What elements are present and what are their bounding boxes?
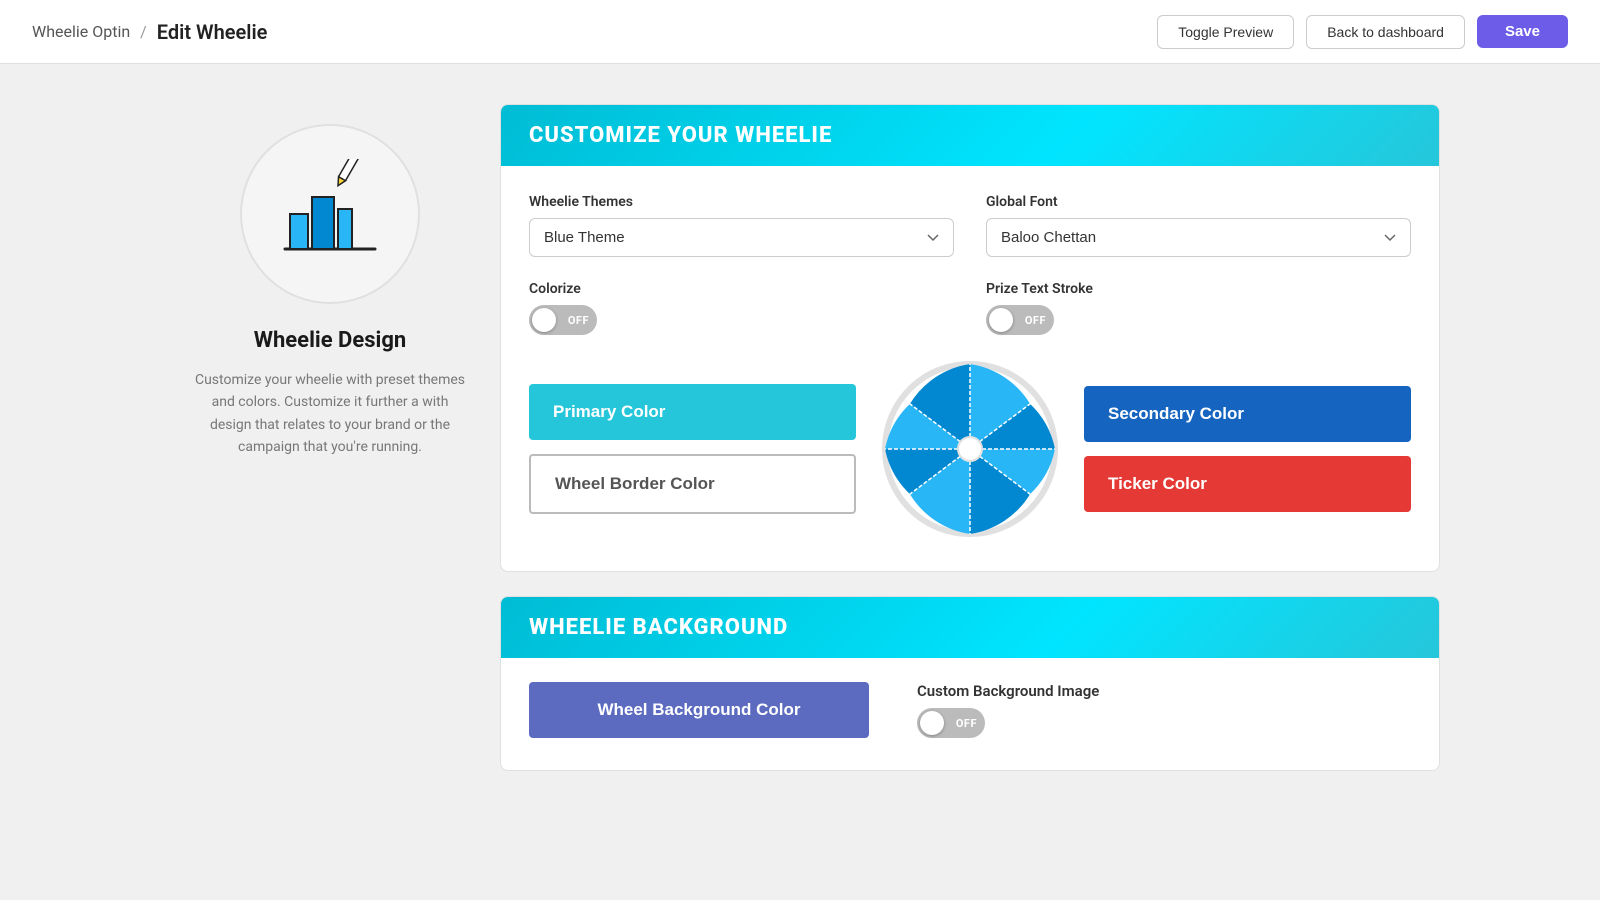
prize-text-stroke-toggle[interactable]: OFF [986,305,1054,335]
customize-section-body: Wheelie Themes Blue Theme Red Theme Gree… [501,166,1439,571]
custom-bg-toggle[interactable]: OFF [917,708,985,738]
app-header: Wheelie Optin / Edit Wheelie Toggle Prev… [0,0,1600,64]
wheel-preview [880,359,1060,539]
toggles-row: Colorize OFF Prize Text Stroke OFF [529,281,1411,335]
wheelie-design-icon [275,159,385,269]
prize-text-stroke-group: Prize Text Stroke OFF [986,281,1411,335]
breadcrumb: Wheelie Optin / Edit Wheelie [32,20,267,44]
wheel-border-color-button[interactable]: Wheel Border Color [529,454,856,514]
themes-group: Wheelie Themes Blue Theme Red Theme Gree… [529,194,954,257]
custom-bg-toggle-knob [920,711,944,735]
custom-background-group: Custom Background Image OFF [917,682,1099,738]
themes-label: Wheelie Themes [529,194,954,210]
font-group: Global Font Baloo Chettan Roboto Open Sa… [986,194,1411,257]
wheel-background-color-button[interactable]: Wheel Background Color [529,682,869,738]
color-buttons-left: Primary Color Wheel Border Color [529,384,856,514]
color-grid: Primary Color Wheel Border Color [529,359,1411,539]
breadcrumb-separator: / [140,22,147,41]
color-buttons-right: Secondary Color Ticker Color [1084,386,1411,512]
font-select[interactable]: Baloo Chettan Roboto Open Sans Lato [986,218,1411,257]
background-section-body: Wheel Background Color Custom Background… [501,658,1439,770]
toggle-preview-button[interactable]: Toggle Preview [1157,15,1294,49]
back-to-dashboard-button[interactable]: Back to dashboard [1306,15,1465,49]
colorize-toggle[interactable]: OFF [529,305,597,335]
custom-bg-label: Custom Background Image [917,682,1099,700]
panel-description: Customize your wheelie with preset theme… [190,369,470,459]
primary-color-button[interactable]: Primary Color [529,384,856,440]
secondary-color-button[interactable]: Secondary Color [1084,386,1411,442]
prize-text-stroke-label: Prize Text Stroke [986,281,1411,297]
wheel-svg [880,359,1060,539]
header-actions: Toggle Preview Back to dashboard Save [1157,15,1568,49]
save-button[interactable]: Save [1477,15,1568,48]
page-title: Edit Wheelie [157,20,268,44]
prize-text-stroke-toggle-label: OFF [1025,314,1046,327]
app-name: Wheelie Optin [32,22,130,41]
left-panel: Wheelie Design Customize your wheelie wi… [160,104,500,771]
colorize-toggle-knob [532,308,556,332]
font-label: Global Font [986,194,1411,210]
background-section-header: WHEELIE BACKGROUND [501,597,1439,658]
wheel-icon-circle [240,124,420,304]
background-section-title: WHEELIE BACKGROUND [529,615,788,640]
themes-select[interactable]: Blue Theme Red Theme Green Theme Purple … [529,218,954,257]
customize-section-header: CUSTOMIZE YOUR WHEELIE [501,105,1439,166]
right-panel: CUSTOMIZE YOUR WHEELIE Wheelie Themes Bl… [500,104,1440,771]
custom-bg-toggle-label: OFF [956,717,977,730]
page-content: Wheelie Design Customize your wheelie wi… [100,64,1500,811]
background-section-card: WHEELIE BACKGROUND Wheel Background Colo… [500,596,1440,771]
customize-section-title: CUSTOMIZE YOUR WHEELIE [529,123,832,148]
ticker-color-button[interactable]: Ticker Color [1084,456,1411,512]
customize-section-card: CUSTOMIZE YOUR WHEELIE Wheelie Themes Bl… [500,104,1440,572]
prize-text-stroke-toggle-knob [989,308,1013,332]
colorize-group: Colorize OFF [529,281,954,335]
colorize-toggle-label: OFF [568,314,589,327]
panel-title: Wheelie Design [254,328,407,353]
colorize-label: Colorize [529,281,954,297]
themes-font-row: Wheelie Themes Blue Theme Red Theme Gree… [529,194,1411,257]
